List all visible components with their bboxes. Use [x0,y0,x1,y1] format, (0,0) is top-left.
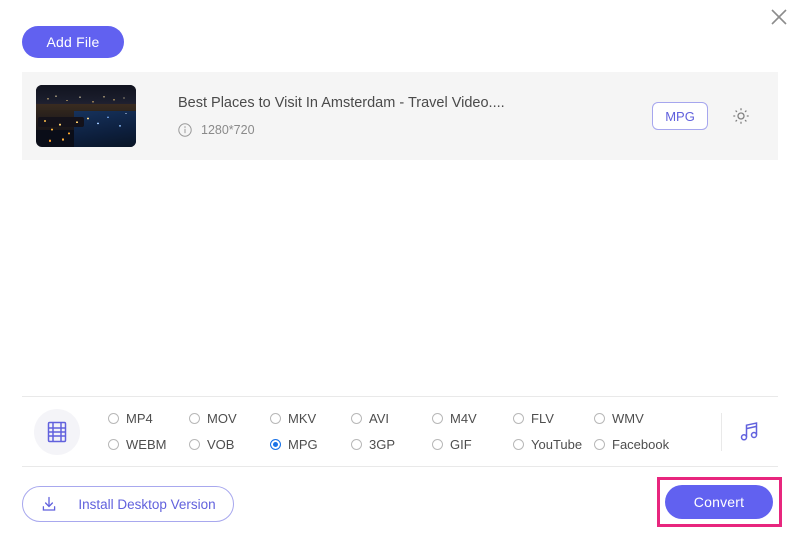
format-label: YouTube [531,437,583,452]
gear-icon[interactable] [730,105,752,127]
format-label: WMV [612,411,644,426]
format-option-mkv[interactable]: MKV [270,406,351,432]
format-label: AVI [369,411,389,426]
file-resolution: 1280*720 [201,123,255,137]
format-label: MPG [288,437,318,452]
radio-indicator [270,439,281,450]
format-label: MP4 [126,411,153,426]
radio-indicator [432,413,443,424]
format-label: MOV [207,411,237,426]
format-option-facebook[interactable]: Facebook [594,432,675,458]
radio-indicator [513,413,524,424]
format-label: WEBM [126,437,167,452]
convert-button[interactable]: Convert [665,485,773,519]
audio-category-button[interactable] [722,419,778,445]
radio-indicator [594,413,605,424]
format-label: VOB [207,437,235,452]
format-option-wmv[interactable]: WMV [594,406,675,432]
install-desktop-version-button[interactable]: Install Desktop Version [22,486,234,522]
format-option-vob[interactable]: VOB [189,432,270,458]
radio-indicator [432,439,443,450]
file-subinfo: 1280*720 [178,123,652,137]
format-option-webm[interactable]: WEBM [108,432,189,458]
file-actions: MPG [652,102,778,130]
format-label: MKV [288,411,317,426]
radio-indicator [351,413,362,424]
radio-indicator [108,439,119,450]
format-option-3gp[interactable]: 3GP [351,432,432,458]
file-thumbnail [36,85,136,147]
format-label: GIF [450,437,472,452]
format-option-avi[interactable]: AVI [351,406,432,432]
info-circle-icon [178,123,192,137]
film-strip-icon [47,421,67,442]
format-option-m4v[interactable]: M4V [432,406,513,432]
format-option-mpg[interactable]: MPG [270,432,351,458]
footer-bar: Install Desktop Version Convert [0,466,800,543]
video-category-button[interactable] [34,408,80,455]
format-label: M4V [450,411,477,426]
format-options: MP4 MOV MKV AVI M4V FLV WMV WEBM VOB MPG… [108,406,717,458]
toolbar: Add File [22,26,124,58]
format-label: Facebook [612,437,670,452]
file-list-item[interactable]: Best Places to Visit In Amsterdam - Trav… [22,72,778,160]
format-label: 3GP [369,437,396,452]
file-list: Best Places to Visit In Amsterdam - Trav… [22,72,778,160]
format-option-gif[interactable]: GIF [432,432,513,458]
format-label: FLV [531,411,554,426]
radio-indicator [594,439,605,450]
file-info: Best Places to Visit In Amsterdam - Trav… [136,95,652,137]
close-window-button[interactable] [762,0,796,34]
radio-indicator [351,439,362,450]
radio-indicator [189,413,200,424]
format-option-youtube[interactable]: YouTube [513,432,594,458]
format-option-flv[interactable]: FLV [513,406,594,432]
output-format-badge[interactable]: MPG [652,102,708,130]
music-note-icon [740,421,758,441]
download-icon [43,496,56,511]
file-title: Best Places to Visit In Amsterdam - Trav… [178,95,505,111]
install-button-label: Install Desktop Version [78,496,216,512]
add-file-button[interactable]: Add File [22,26,124,58]
radio-indicator [189,439,200,450]
close-icon [771,9,787,25]
format-selector: MP4 MOV MKV AVI M4V FLV WMV WEBM VOB MPG… [22,397,778,466]
format-option-mov[interactable]: MOV [189,406,270,432]
format-option-mp4[interactable]: MP4 [108,406,189,432]
radio-indicator [270,413,281,424]
radio-indicator [513,439,524,450]
radio-indicator [108,413,119,424]
